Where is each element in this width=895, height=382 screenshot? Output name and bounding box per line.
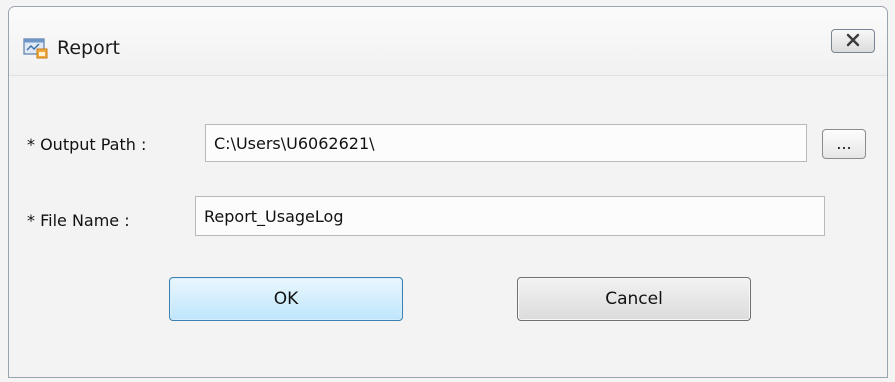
output-path-field[interactable] <box>205 124 807 162</box>
ok-button[interactable]: OK <box>169 277 403 321</box>
window-title: Report <box>57 37 120 59</box>
title-bar[interactable]: Report <box>9 7 887 76</box>
report-window-icon <box>23 37 49 59</box>
cancel-button[interactable]: Cancel <box>517 277 751 321</box>
file-name-label: * File Name : <box>27 211 130 230</box>
browse-button[interactable]: ... <box>822 129 866 159</box>
close-icon <box>845 32 861 51</box>
report-dialog: Report * Output Path : ... * File Name :… <box>8 6 888 378</box>
file-name-field[interactable] <box>195 196 825 236</box>
close-button[interactable] <box>831 29 875 53</box>
output-path-label: * Output Path : <box>27 135 147 154</box>
